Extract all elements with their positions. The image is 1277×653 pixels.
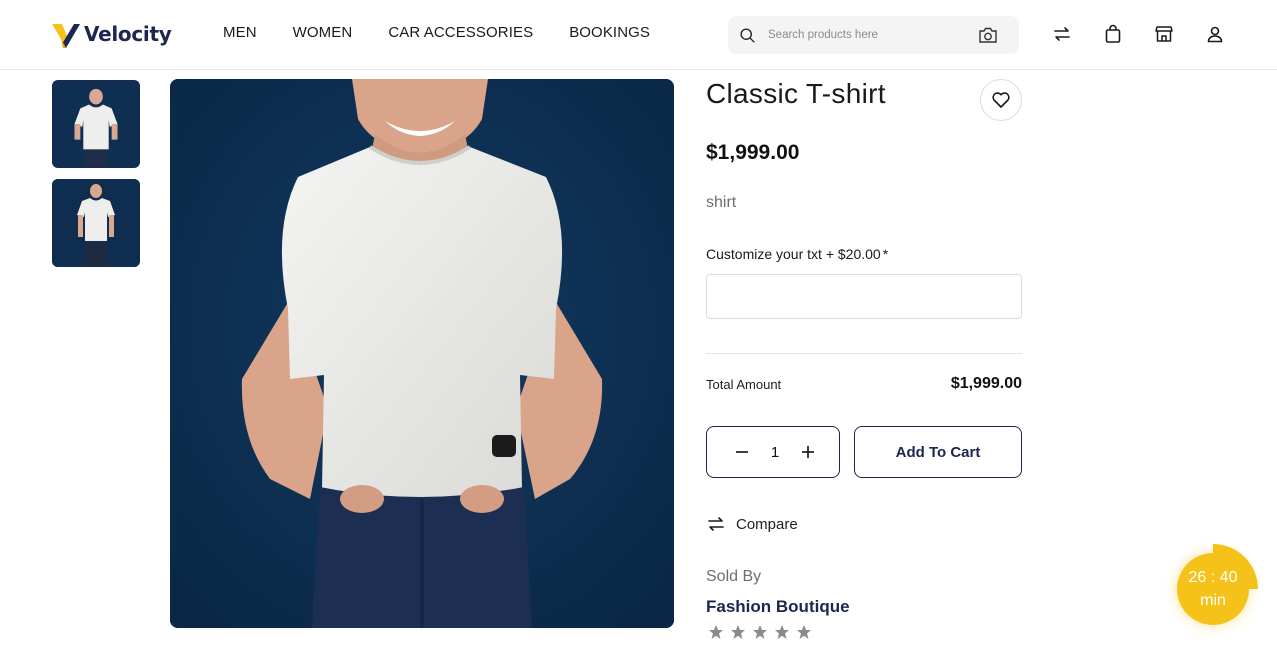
- compare-arrows-icon: [706, 514, 726, 534]
- nav-item-car-accessories[interactable]: CAR ACCESSORIES: [388, 24, 533, 41]
- nav-item-women[interactable]: WOMEN: [293, 24, 353, 41]
- customize-text-input[interactable]: [706, 274, 1022, 319]
- timer-time: 26 : 40: [1188, 568, 1238, 586]
- star-icon: [752, 624, 768, 640]
- customize-label-text: Customize your txt + $20.00: [706, 246, 881, 262]
- heart-icon: [992, 92, 1010, 108]
- search-input[interactable]: [768, 24, 973, 46]
- user-icon[interactable]: [1205, 24, 1225, 44]
- quantity-stepper: 1: [706, 426, 840, 478]
- sold-by-label: Sold By: [706, 568, 762, 585]
- compare-arrows-icon[interactable]: [1052, 24, 1072, 44]
- header-actions: [1052, 24, 1225, 44]
- search-bar: [728, 16, 1019, 54]
- star-icon: [730, 624, 746, 640]
- add-to-cart-button[interactable]: Add To Cart: [854, 426, 1022, 478]
- nav-item-bookings[interactable]: BOOKINGS: [569, 24, 650, 41]
- product-main-image[interactable]: [170, 79, 674, 628]
- minus-icon[interactable]: [735, 445, 749, 459]
- star-icon: [774, 624, 790, 640]
- countdown-timer[interactable]: 26 : 40 min: [1168, 544, 1258, 634]
- product-price: $1,999.00: [706, 141, 800, 164]
- product-title: Classic T-shirt: [706, 78, 886, 109]
- brand-logo[interactable]: Velocity: [52, 20, 172, 48]
- product-thumbnail-2[interactable]: [52, 179, 140, 267]
- wishlist-button[interactable]: [980, 79, 1022, 121]
- quantity-value: 1: [770, 443, 780, 461]
- tshirt-model-image: [52, 179, 140, 267]
- tshirt-model-image: [170, 79, 674, 628]
- search-icon[interactable]: [739, 27, 756, 44]
- shopping-bag-icon[interactable]: [1103, 24, 1123, 44]
- store-icon[interactable]: [1154, 24, 1174, 44]
- total-amount-value: $1,999.00: [950, 375, 1022, 392]
- plus-icon[interactable]: [801, 445, 815, 459]
- product-thumbnail-1[interactable]: [52, 80, 140, 168]
- divider: [706, 353, 1022, 354]
- total-amount-label: Total Amount: [706, 377, 782, 392]
- seller-name[interactable]: Fashion Boutique: [706, 597, 850, 617]
- brand-name: Velocity: [84, 22, 172, 46]
- timer-face: 26 : 40 min: [1177, 553, 1249, 625]
- customize-label: Customize your txt + $20.00 *: [706, 246, 888, 262]
- compare-label: Compare: [736, 515, 798, 533]
- star-icon: [796, 624, 812, 640]
- site-header: Velocity MEN WOMEN CAR ACCESSORIES BOOKI…: [0, 0, 1277, 70]
- camera-search-icon[interactable]: [978, 26, 998, 44]
- timer-unit: min: [1200, 592, 1226, 609]
- star-icon: [708, 624, 724, 640]
- product-subtitle: shirt: [706, 194, 737, 211]
- tshirt-model-image: [53, 81, 139, 167]
- velocity-logo-icon: [52, 24, 80, 48]
- compare-link[interactable]: Compare: [706, 514, 798, 534]
- main-nav: MEN WOMEN CAR ACCESSORIES BOOKINGS: [223, 24, 650, 41]
- seller-rating: [708, 624, 812, 640]
- nav-item-men[interactable]: MEN: [223, 24, 257, 41]
- required-marker: *: [882, 246, 889, 262]
